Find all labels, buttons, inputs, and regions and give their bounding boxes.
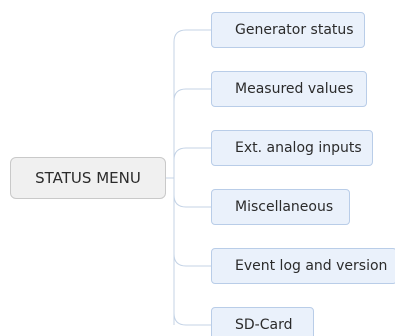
connector-branch-event-log xyxy=(173,253,211,267)
node-label: Miscellaneous xyxy=(235,199,334,215)
node-label: Event log and version xyxy=(235,258,388,274)
connector-branch-generator-status xyxy=(173,29,211,43)
node-label: Ext. analog inputs xyxy=(235,140,362,156)
root-node-status-menu[interactable]: STATUS MENU xyxy=(10,157,166,199)
root-node-label: STATUS MENU xyxy=(35,169,141,187)
node-label: Measured values xyxy=(235,81,354,97)
connector-branch-measured-values xyxy=(173,88,211,102)
node-sd-card[interactable]: SD-Card xyxy=(211,307,314,336)
node-miscellaneous[interactable]: Miscellaneous xyxy=(211,189,350,225)
connector-branch-sd-card xyxy=(173,312,211,326)
connector-branch-ext-analog-inputs xyxy=(173,147,211,161)
connector-branch-miscellaneous xyxy=(173,194,211,208)
node-generator-status[interactable]: Generator status xyxy=(211,12,365,48)
node-label: SD-Card xyxy=(235,317,293,333)
mind-map-canvas: STATUS MENU Generator status Measured va… xyxy=(0,0,395,336)
node-event-log-and-version[interactable]: Event log and version xyxy=(211,248,395,284)
node-ext-analog-inputs[interactable]: Ext. analog inputs xyxy=(211,130,373,166)
node-measured-values[interactable]: Measured values xyxy=(211,71,367,107)
node-label: Generator status xyxy=(235,22,354,38)
